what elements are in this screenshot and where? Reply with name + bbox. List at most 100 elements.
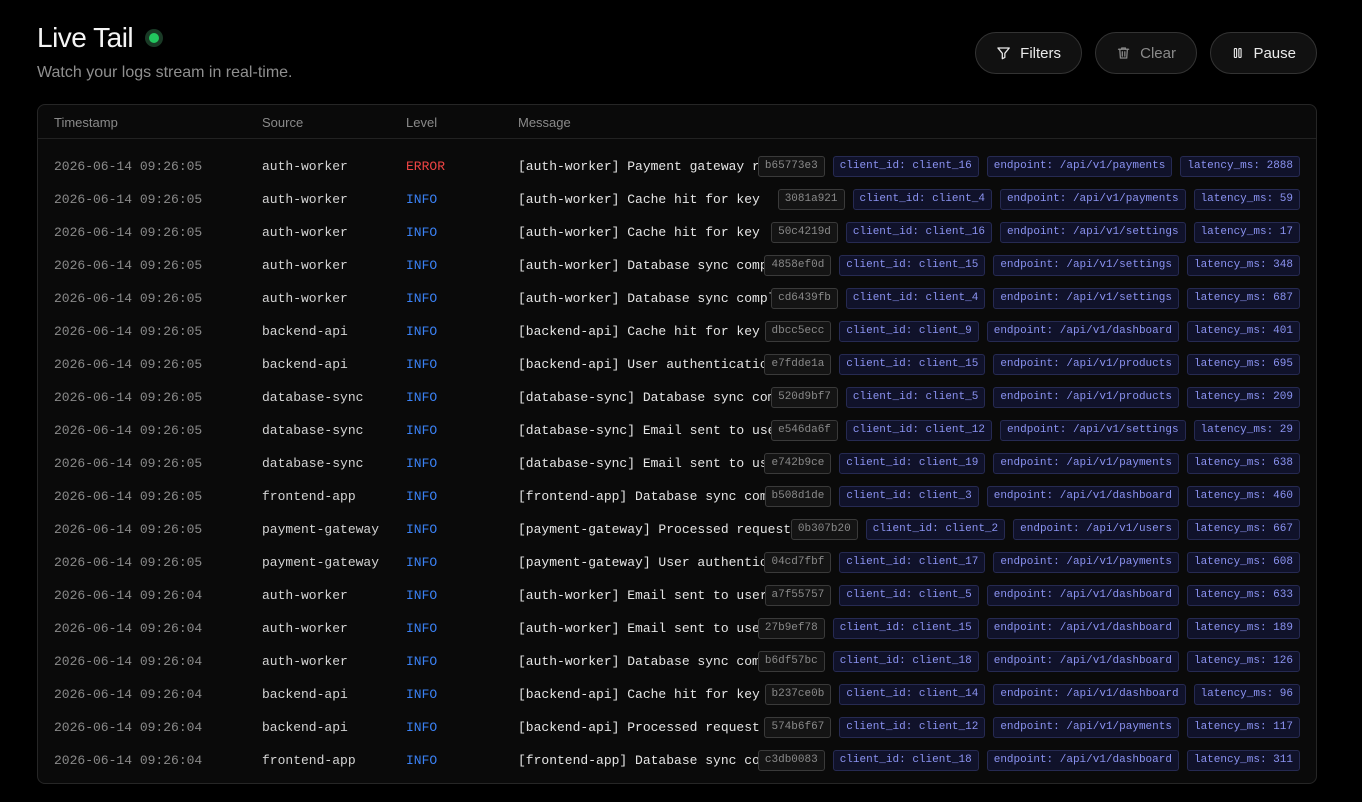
column-header-timestamp: Timestamp	[54, 115, 118, 130]
latency-tag: latency_ms: 59	[1193, 189, 1300, 210]
log-id-tag: b237ce0b	[764, 684, 832, 705]
log-row[interactable]: 2026-06-14 09:26:05 auth-worker INFO [auth-…	[38, 184, 1316, 217]
log-tags: e546da6f client_id: client_12 endpoint: /a…	[771, 420, 1300, 441]
latency-tag: latency_ms: 2888	[1180, 156, 1300, 177]
log-message: [auth-worker] Cache hit for key	[518, 192, 760, 207]
column-header-level: Level	[406, 115, 438, 130]
log-row[interactable]: 2026-06-14 09:26:05 backend-api INFO [backe…	[38, 349, 1316, 382]
log-row[interactable]: 2026-06-14 09:26:05 payment-gateway INFO [p…	[38, 547, 1316, 580]
client-id-tag: client_id: client_16	[832, 156, 979, 177]
clear-button[interactable]: Clear	[1095, 32, 1197, 74]
log-level: ERROR	[406, 159, 446, 174]
client-id-tag: client_id: client_4	[845, 288, 986, 309]
log-timestamp: 2026-06-14 09:26:05	[54, 225, 203, 240]
pause-button[interactable]: Pause	[1210, 32, 1317, 74]
log-id-tag: 574b6f67	[764, 717, 832, 738]
latency-tag: latency_ms: 695	[1186, 354, 1300, 375]
client-id-tag: client_id: client_14	[839, 684, 986, 705]
log-tags: 50c4219d client_id: client_16 endpoint: /a…	[771, 222, 1300, 243]
log-row[interactable]: 2026-06-14 09:26:05 frontend-app INFO [fron…	[38, 481, 1316, 514]
log-level: INFO	[406, 390, 438, 405]
log-row[interactable]: 2026-06-14 09:26:04 auth-worker INFO [auth-…	[38, 646, 1316, 679]
latency-tag: latency_ms: 638	[1186, 453, 1300, 474]
log-level: INFO	[406, 687, 438, 702]
latency-tag: latency_ms: 117	[1186, 717, 1300, 738]
latency-tag: latency_ms: 189	[1186, 618, 1300, 639]
log-id-tag: b508d1de	[764, 486, 832, 507]
latency-tag: latency_ms: 633	[1186, 585, 1300, 606]
log-row[interactable]: 2026-06-14 09:26:05 database-sync INFO [dat…	[38, 415, 1316, 448]
log-row[interactable]: 2026-06-14 09:26:04 auth-worker INFO [auth-…	[38, 580, 1316, 613]
log-source: auth-worker	[262, 225, 348, 240]
log-row[interactable]: 2026-06-14 09:26:04 auth-worker INFO [auth-…	[38, 613, 1316, 646]
log-message: [database-sync] Email sent to user	[518, 423, 784, 438]
log-source: auth-worker	[262, 621, 348, 636]
log-row[interactable]: 2026-06-14 09:26:05 auth-worker INFO [auth-…	[38, 283, 1316, 316]
log-row[interactable]: 2026-06-14 09:26:05 auth-worker ERROR [auth…	[38, 151, 1316, 184]
log-level: INFO	[406, 753, 438, 768]
log-message: [auth-worker] Database sync compl…	[518, 258, 784, 273]
client-id-tag: client_id: client_9	[839, 321, 979, 342]
endpoint-tag: endpoint: /api/v1/payments	[993, 453, 1179, 474]
log-message: [backend-api] Processed request s…	[518, 720, 784, 735]
log-message: [payment-gateway] Processed request …	[518, 522, 807, 537]
latency-tag: latency_ms: 96	[1193, 684, 1300, 705]
endpoint-tag: endpoint: /api/v1/settings	[999, 222, 1186, 243]
log-row[interactable]: 2026-06-14 09:26:04 backend-api INFO [backe…	[38, 679, 1316, 712]
endpoint-tag: endpoint: /api/v1/products	[993, 387, 1179, 408]
log-source: database-sync	[262, 423, 364, 438]
log-timestamp: 2026-06-14 09:26:05	[54, 456, 203, 471]
log-tags: b508d1de client_id: client_3 endpoint: /ap…	[764, 486, 1300, 507]
table-header: Timestamp Source Level Message	[38, 105, 1316, 139]
log-message: [auth-worker] Database sync comple…	[518, 291, 792, 306]
log-id-tag: b65773e3	[757, 156, 825, 177]
log-row[interactable]: 2026-06-14 09:26:05 payment-gateway INFO [p…	[38, 514, 1316, 547]
funnel-icon	[997, 47, 1010, 60]
latency-tag: latency_ms: 667	[1186, 519, 1300, 540]
log-level: INFO	[406, 357, 438, 372]
log-timestamp: 2026-06-14 09:26:05	[54, 390, 203, 405]
client-id-tag: client_id: client_3	[839, 486, 979, 507]
log-timestamp: 2026-06-14 09:26:05	[54, 159, 203, 174]
log-id-tag: 520d9bf7	[771, 387, 838, 408]
client-id-tag: client_id: client_16	[845, 222, 992, 243]
log-id-tag: a7f55757	[764, 585, 832, 606]
pause-button-label: Pause	[1253, 44, 1296, 62]
log-tags: 0b307b20 client_id: client_2 endpoint: /ap…	[790, 519, 1300, 540]
log-tags: c3db0083 client_id: client_18 endpoint: /a…	[757, 750, 1300, 771]
endpoint-tag: endpoint: /api/v1/payments	[993, 717, 1179, 738]
endpoint-tag: endpoint: /api/v1/settings	[993, 255, 1179, 276]
log-level: INFO	[406, 522, 438, 537]
log-id-tag: 27b9ef78	[757, 618, 825, 639]
log-level: INFO	[406, 654, 438, 669]
log-row[interactable]: 2026-06-14 09:26:05 database-sync INFO [dat…	[38, 382, 1316, 415]
log-row[interactable]: 2026-06-14 09:26:05 backend-api INFO [backe…	[38, 316, 1316, 349]
log-message: [backend-api] Cache hit for key	[518, 324, 760, 339]
log-message: [database-sync] Email sent to user	[518, 456, 784, 471]
log-level: INFO	[406, 555, 438, 570]
latency-tag: latency_ms: 209	[1186, 387, 1300, 408]
log-id-tag: 0b307b20	[790, 519, 858, 540]
log-source: auth-worker	[262, 192, 348, 207]
endpoint-tag: endpoint: /api/v1/dashboard	[986, 651, 1179, 672]
client-id-tag: client_id: client_15	[832, 618, 979, 639]
log-source: database-sync	[262, 456, 364, 471]
log-level: INFO	[406, 225, 438, 240]
endpoint-tag: endpoint: /api/v1/dashboard	[986, 486, 1179, 507]
filters-button[interactable]: Filters	[975, 32, 1082, 74]
clear-button-label: Clear	[1140, 44, 1176, 62]
log-row[interactable]: 2026-06-14 09:26:05 auth-worker INFO [auth-…	[38, 217, 1316, 250]
endpoint-tag: endpoint: /api/v1/dashboard	[986, 750, 1179, 771]
filters-button-label: Filters	[1020, 44, 1061, 62]
log-tags: 04cd7fbf client_id: client_17 endpoint: /a…	[764, 552, 1300, 573]
log-timestamp: 2026-06-14 09:26:05	[54, 423, 203, 438]
page-header: Live Tail Watch your logs stream in real…	[37, 22, 292, 82]
client-id-tag: client_id: client_4	[852, 189, 992, 210]
log-row[interactable]: 2026-06-14 09:26:05 database-sync INFO [dat…	[38, 448, 1316, 481]
endpoint-tag: endpoint: /api/v1/settings	[999, 420, 1186, 441]
log-row[interactable]: 2026-06-14 09:26:04 backend-api INFO [backe…	[38, 712, 1316, 745]
log-timestamp: 2026-06-14 09:26:05	[54, 192, 203, 207]
log-row[interactable]: 2026-06-14 09:26:05 auth-worker INFO [auth-…	[38, 250, 1316, 283]
client-id-tag: client_id: client_15	[839, 354, 986, 375]
log-row[interactable]: 2026-06-14 09:26:04 frontend-app INFO [fron…	[38, 745, 1316, 778]
